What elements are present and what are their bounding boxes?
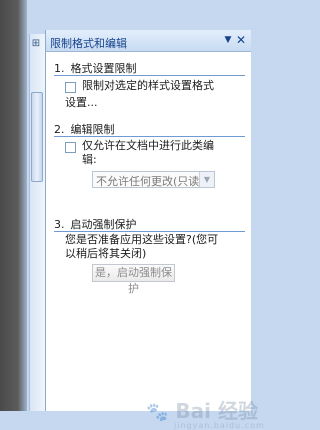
section-1-heading: 1. 格式设置限制 [54, 62, 137, 75]
section-1-rule [54, 75, 245, 76]
paw-icon: 🐾 [146, 402, 169, 423]
editing-restriction-checkbox[interactable] [65, 142, 76, 153]
formatting-restriction-checkbox[interactable] [65, 82, 76, 93]
pane-titlebar: 限制格式和编辑 ▼ ✕ [46, 30, 251, 52]
section-2-heading: 2. 编辑限制 [54, 123, 115, 136]
editing-type-value: 不允许任何更改(只读) [96, 175, 204, 188]
document-edge [0, 0, 27, 411]
section-3-heading: 3. 启动强制保护 [54, 218, 137, 231]
editing-restriction-label: 仅允许在文档中进行此类编 [82, 139, 214, 152]
start-enforcing-button[interactable]: 是，启动强制保护 [92, 264, 175, 295]
enforce-question-2: 以稍后将其关闭) [65, 247, 147, 260]
editing-type-select[interactable]: 不允许任何更改(只读) ▼ [92, 171, 215, 188]
close-icon[interactable]: ✕ [235, 34, 247, 46]
pane-title: 限制格式和编辑 [50, 37, 127, 50]
editing-restriction-label-2: 辑: [82, 153, 97, 166]
scrollbar-thumb[interactable] [31, 92, 43, 182]
section-2-rule [54, 136, 245, 137]
triangle-down-icon[interactable]: ▼ [223, 35, 233, 45]
chevron-down-icon[interactable]: ▼ [199, 172, 214, 187]
baidu-watermark-logo: 🐾 Bai 经验 jingyan.baidu.com [146, 399, 265, 430]
ruler-toggle-icon[interactable]: ⊞ [30, 38, 42, 50]
formatting-restriction-label: 限制对选定的样式设置格式 [82, 79, 214, 92]
vertical-scrollbar[interactable] [29, 34, 46, 411]
formatting-settings-link[interactable]: 设置... [65, 95, 98, 111]
restrict-formatting-pane: 限制格式和编辑 ▼ ✕ 1. 格式设置限制 限制对选定的样式设置格式 设置... … [45, 30, 264, 430]
